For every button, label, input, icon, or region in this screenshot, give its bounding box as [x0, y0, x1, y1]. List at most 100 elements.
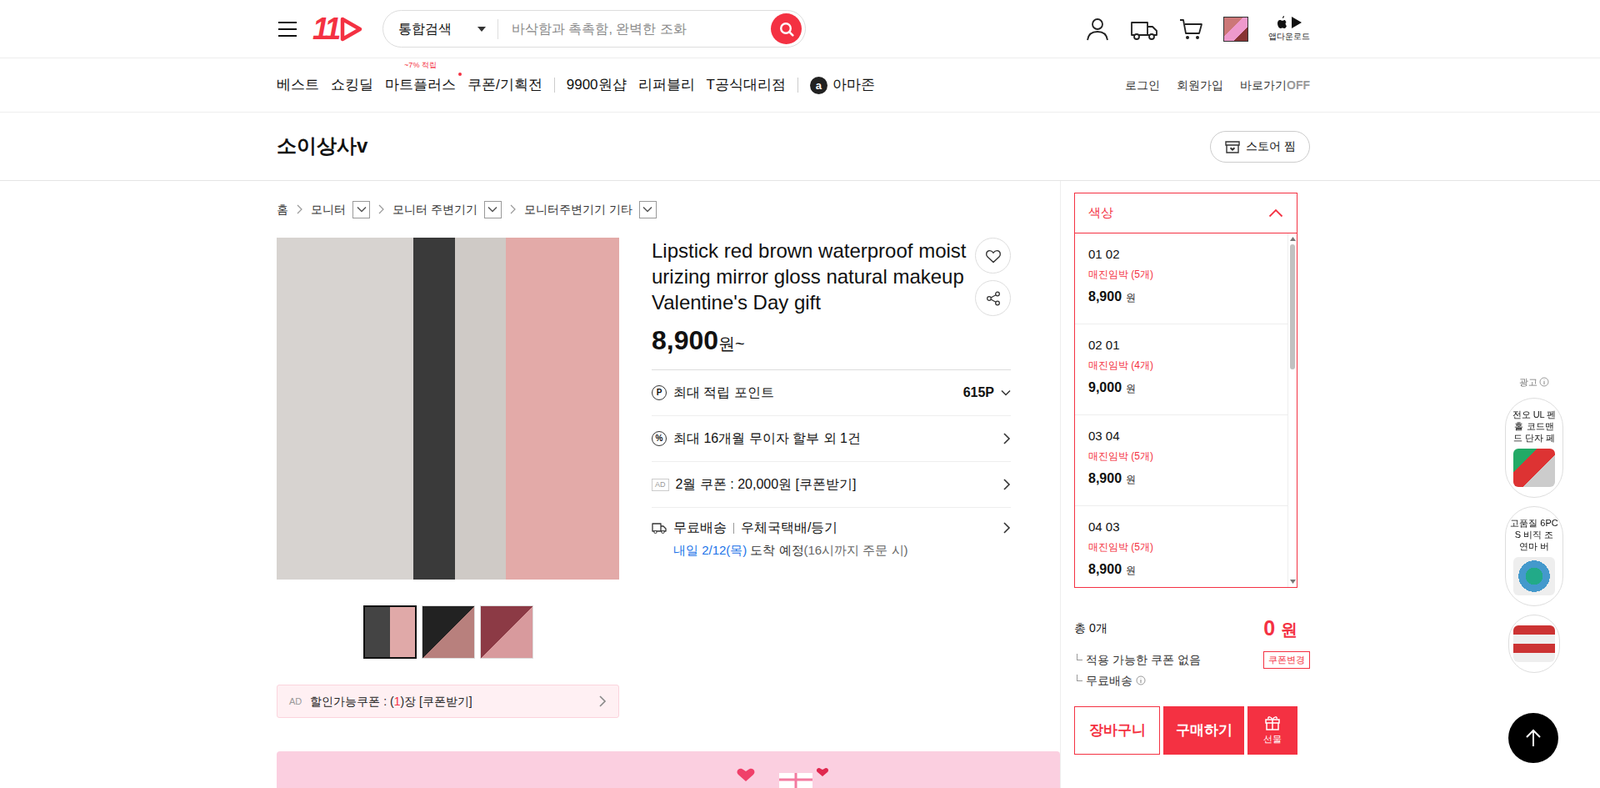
- coupon-text-after[interactable]: )장 [쿠폰받기]: [400, 694, 472, 708]
- search-input[interactable]: [498, 18, 771, 40]
- menu-label-wrap[interactable]: 9900원샵: [566, 74, 627, 96]
- cart-add-button[interactable]: 장바구니: [1074, 705, 1160, 755]
- logo[interactable]: 11: [312, 14, 373, 45]
- shortcut-toggle[interactable]: 바로가기OFF: [1240, 76, 1310, 95]
- store-name[interactable]: 소이상사v: [276, 134, 368, 159]
- recent-item-thumbnail[interactable]: [1223, 16, 1249, 42]
- share-button[interactable]: [975, 280, 1011, 316]
- thumbnail[interactable]: [363, 605, 417, 659]
- installment-row[interactable]: %최대 16개월 무이자 할부 외 1건: [651, 415, 1011, 462]
- menu-label-wrap[interactable]: 리퍼블리: [638, 74, 695, 96]
- side-ad-image[interactable]: [1513, 448, 1555, 487]
- option-name[interactable]: 04 03: [1088, 518, 1275, 535]
- menu-label[interactable]: 리퍼블리: [638, 76, 695, 93]
- member-link[interactable]: 회원가입: [1176, 76, 1224, 95]
- product-image[interactable]: [276, 237, 620, 580]
- breadcrumb-link[interactable]: 모니터: [310, 200, 346, 219]
- side-ad-text[interactable]: 고품질 6PCS 비직 조 연마 버: [1510, 516, 1559, 552]
- option-item[interactable]: 01 02매진임박 (5개)8,900 원: [1075, 233, 1288, 325]
- coupon-text-before[interactable]: 할인가능쿠폰 : (: [310, 694, 394, 708]
- menu-label-wrap[interactable]: 마트플러스~7% 적립: [385, 74, 456, 96]
- breadcrumb-menu-button[interactable]: [352, 200, 370, 219]
- menu-button[interactable]: [276, 20, 299, 39]
- menu-link[interactable]: 쇼킹딜: [330, 74, 374, 96]
- wishlist-button[interactable]: [975, 237, 1011, 274]
- scroll-top-button[interactable]: [1508, 712, 1559, 763]
- menu-label[interactable]: 쇼킹딜: [330, 76, 374, 93]
- option-name[interactable]: 02 01: [1088, 336, 1275, 354]
- shortcut-label[interactable]: 바로가기: [1240, 78, 1287, 92]
- app-download[interactable]: 앱다운로드: [1268, 15, 1310, 43]
- amazon-icon[interactable]: a: [810, 76, 828, 95]
- store-follow-button[interactable]: 스토어 찜: [1210, 130, 1310, 163]
- side-ad[interactable]: [1508, 614, 1560, 673]
- breadcrumb-menu-button[interactable]: [639, 200, 657, 219]
- delivery-carrier[interactable]: 우체국택배/등기: [740, 517, 1003, 538]
- search-scope-label[interactable]: 통합검색: [398, 19, 452, 40]
- search-button[interactable]: [770, 13, 802, 45]
- option-name[interactable]: 03 04: [1088, 427, 1275, 445]
- gift-button[interactable]: 선물: [1247, 705, 1298, 755]
- promo-banner[interactable]: [276, 750, 1060, 788]
- delivery-button[interactable]: [1130, 16, 1159, 42]
- search-scope[interactable]: 통합검색: [398, 19, 499, 40]
- side-ad-image[interactable]: [1513, 625, 1555, 662]
- points-label[interactable]: 최대 적립 포인트: [673, 382, 957, 403]
- menu-label[interactable]: 9900원샵: [566, 76, 627, 93]
- menu-label-wrap[interactable]: T공식대리점: [706, 74, 786, 96]
- thumbnail[interactable]: [480, 605, 534, 659]
- coupon-text[interactable]: 할인가능쿠폰 : (1)장 [쿠폰받기]: [310, 692, 590, 710]
- option-scrollbar[interactable]: [1287, 233, 1297, 587]
- shortcut-state[interactable]: OFF: [1286, 78, 1310, 92]
- option-title[interactable]: 색상: [1088, 203, 1114, 223]
- my-page-button[interactable]: [1085, 16, 1110, 42]
- logo-text[interactable]: 11: [312, 14, 339, 45]
- menu-label-wrap[interactable]: 쇼킹딜: [330, 74, 374, 96]
- menu-label-wrap[interactable]: 쿠폰/기획전: [467, 74, 543, 96]
- side-ad-text[interactable]: 전오 UL 펜 홀 코드맨 드 단자 페: [1510, 408, 1559, 444]
- points-row[interactable]: P최대 적립 포인트615P: [651, 370, 1011, 416]
- coupon-bar[interactable]: AD할인가능쿠폰 : (1)장 [쿠폰받기]: [276, 684, 620, 718]
- coupon-count[interactable]: 1: [394, 694, 401, 708]
- breadcrumb-item[interactable]: 모니터: [310, 200, 370, 219]
- menu-link[interactable]: 베스트: [276, 74, 320, 96]
- cart-button[interactable]: [1178, 16, 1204, 42]
- coupon-label[interactable]: 2월 쿠폰 : 20,000원 [쿠폰받기]: [675, 474, 996, 495]
- buy-button[interactable]: 구매하기: [1163, 705, 1245, 755]
- breadcrumb-link[interactable]: 홈: [276, 200, 289, 219]
- option-item[interactable]: 02 01매진임박 (4개)9,000 원: [1075, 324, 1288, 415]
- breadcrumb-item[interactable]: 모니터 주변기기: [392, 200, 502, 219]
- menu-label[interactable]: 쿠폰/기획전: [467, 76, 543, 93]
- breadcrumb-menu-button[interactable]: [484, 200, 502, 219]
- menu-label-wrap[interactable]: 베스트: [276, 74, 320, 96]
- menu-link[interactable]: T공식대리점: [706, 74, 786, 96]
- delivery-label[interactable]: 무료배송: [673, 517, 727, 538]
- side-ad[interactable]: 고품질 6PCS 비직 조 연마 버: [1505, 505, 1564, 606]
- installment-label[interactable]: 최대 16개월 무이자 할부 외 1건: [673, 428, 996, 449]
- breadcrumb-item[interactable]: 홈: [276, 200, 289, 219]
- menu-link[interactable]: 마트플러스~7% 적립: [385, 74, 456, 96]
- side-ad[interactable]: 전오 UL 펜 홀 코드맨 드 단자 페: [1505, 397, 1564, 498]
- breadcrumb-link[interactable]: 모니터주변기기 기타: [524, 200, 633, 219]
- breadcrumb-link[interactable]: 모니터 주변기기: [392, 200, 478, 219]
- menu-link[interactable]: 리퍼블리: [638, 74, 695, 96]
- thumbnail[interactable]: [421, 605, 475, 659]
- menu-link[interactable]: 9900원샵: [566, 74, 627, 96]
- coupon-change-button[interactable]: 쿠폰변경: [1263, 650, 1310, 669]
- option-scroll-thumb[interactable]: [1290, 244, 1295, 370]
- member-link[interactable]: 로그인: [1125, 76, 1160, 95]
- points-value[interactable]: 615P: [963, 382, 995, 403]
- option-header[interactable]: 색상: [1075, 193, 1297, 234]
- option-item[interactable]: 03 04매진임박 (5개)8,900 원: [1075, 415, 1288, 506]
- option-item[interactable]: 04 03매진임박 (5개)8,900 원: [1075, 505, 1288, 587]
- app-download-label[interactable]: 앱다운로드: [1268, 30, 1310, 43]
- gift-label[interactable]: 선물: [1263, 731, 1282, 746]
- store-follow-label[interactable]: 스토어 찜: [1245, 137, 1296, 155]
- delivery-row[interactable]: 무료배송우체국택배/등기내일 2/12(목)도착 예정(16시까지 주문 시): [651, 507, 1011, 570]
- menu-label[interactable]: 아마존: [832, 76, 875, 93]
- breadcrumb-item[interactable]: 모니터주변기기 기타: [524, 200, 657, 219]
- menu-label[interactable]: 마트플러스: [385, 76, 456, 93]
- option-name[interactable]: 01 02: [1088, 245, 1275, 263]
- menu-label[interactable]: T공식대리점: [706, 76, 786, 93]
- menu-label-wrap[interactable]: 아마존: [832, 74, 875, 96]
